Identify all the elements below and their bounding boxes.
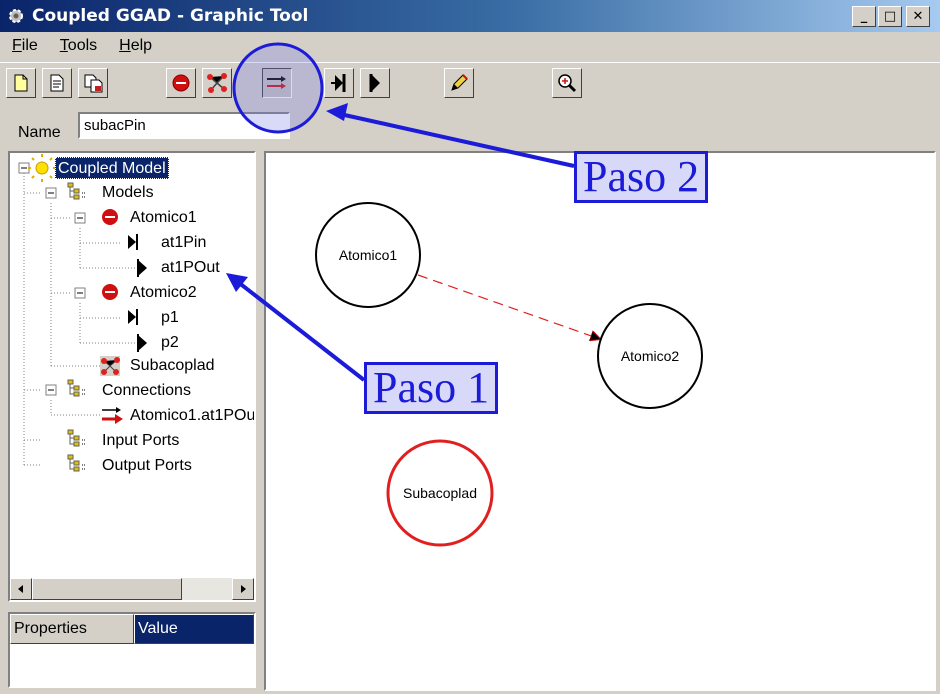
paso2-callout: Paso 2 — [574, 151, 709, 203]
paso1-callout: Paso 1 — [364, 362, 499, 414]
coupled-model-icon — [207, 73, 227, 93]
window-title: Coupled GGAD - Graphic Tool — [32, 6, 309, 26]
tree-p2[interactable]: p2 — [161, 332, 179, 354]
tree-root[interactable]: Coupled Model — [55, 157, 169, 179]
scroll-left-button[interactable] — [10, 578, 32, 600]
open-file-button[interactable] — [42, 68, 72, 98]
maximize-button[interactable]: □ — [878, 6, 902, 27]
new-file-button[interactable] — [6, 68, 36, 98]
tree-at1pin[interactable]: at1Pin — [161, 232, 206, 254]
horizontal-scrollbar[interactable] — [10, 578, 254, 600]
add-coupled-button[interactable] — [202, 68, 232, 98]
coupled-model-icon — [100, 356, 120, 376]
arrow-left-icon — [18, 585, 23, 593]
gear-icon — [9, 9, 23, 23]
close-button[interactable]: ✕ — [906, 6, 930, 27]
minimize-button[interactable]: _ — [852, 6, 876, 27]
tree-p1[interactable]: p1 — [161, 307, 179, 329]
input-port-icon — [331, 74, 346, 92]
tree-atomico1[interactable]: Atomico1 — [130, 207, 197, 229]
properties-panel: Properties Value — [8, 612, 256, 688]
tree-atomico2[interactable]: Atomico2 — [130, 282, 197, 304]
menu-file[interactable]: File — [8, 37, 42, 55]
toolbar — [0, 62, 940, 106]
connection-line — [417, 274, 600, 339]
tree-at1pout[interactable]: at1POut — [161, 257, 220, 279]
add-output-port-button[interactable] — [360, 68, 390, 98]
atomico2-label[interactable]: Atomico2 — [621, 348, 679, 364]
name-label: Name — [18, 124, 61, 141]
atomic-model-icon — [102, 209, 118, 300]
zoom-button[interactable] — [552, 68, 582, 98]
edit-button[interactable] — [444, 68, 474, 98]
tree-subacoplad[interactable]: Subacoplad — [130, 355, 215, 377]
diagram-svg — [315, 202, 703, 547]
zoom-in-icon — [558, 74, 577, 93]
add-atomic-button[interactable] — [166, 68, 196, 98]
folder-tree-icon — [67, 182, 85, 472]
add-connection-button[interactable] — [262, 68, 292, 98]
scroll-thumb[interactable] — [32, 578, 182, 600]
sun-icon — [28, 154, 56, 182]
name-bar: Name — [0, 108, 940, 150]
atomico1-label[interactable]: Atomico1 — [339, 247, 397, 263]
connection-icon — [102, 407, 123, 424]
tree-connections[interactable]: Connections — [102, 380, 191, 402]
save-icon — [84, 74, 103, 93]
atomic-model-icon — [172, 74, 190, 92]
subacoplad-label[interactable]: Subacoplad — [403, 485, 477, 501]
connection-icon — [267, 76, 286, 89]
menu-help[interactable]: Help — [115, 37, 156, 55]
diagram-canvas[interactable]: Atomico1 Atomico2 Subacoplad — [264, 151, 936, 691]
tree-output-ports[interactable]: Output Ports — [102, 455, 192, 477]
tree-connection-item[interactable]: Atomico1.at1POut — [130, 405, 254, 427]
tree-models[interactable]: Models — [102, 182, 154, 204]
add-input-port-button[interactable] — [324, 68, 354, 98]
output-port-icon — [369, 74, 380, 92]
name-input[interactable] — [78, 112, 290, 139]
save-file-button[interactable] — [78, 68, 108, 98]
document-icon — [50, 74, 64, 92]
menu-tools[interactable]: Tools — [56, 37, 101, 55]
scroll-right-button[interactable] — [232, 578, 254, 600]
new-file-icon — [14, 74, 28, 92]
tree-input-ports[interactable]: Input Ports — [102, 430, 179, 452]
properties-column-header[interactable]: Properties — [10, 614, 134, 644]
arrow-right-icon — [241, 585, 246, 593]
menu-bar: File Tools Help — [0, 32, 940, 60]
value-column-header[interactable]: Value — [134, 614, 254, 644]
title-bar: Coupled GGAD - Graphic Tool _ □ ✕ — [0, 0, 940, 32]
model-tree: Coupled Model Models Atomico1 at1Pin at1… — [8, 151, 256, 602]
pencil-icon — [451, 74, 468, 91]
